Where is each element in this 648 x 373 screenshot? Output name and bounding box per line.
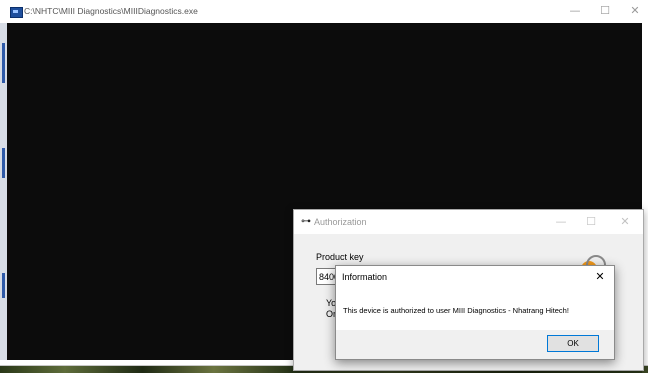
authorization-maximize-button[interactable]: ☐: [578, 214, 604, 230]
console-app-icon: [10, 7, 23, 18]
authorization-titlebar[interactable]: ⊶ Authorization — ☐ ✕: [294, 210, 643, 234]
information-close-button[interactable]: ✕: [590, 268, 610, 286]
authorization-close-button[interactable]: ✕: [612, 214, 638, 230]
authorization-title: Authorization: [314, 217, 367, 227]
information-message: This device is authorized to user MIII D…: [343, 306, 569, 315]
console-left-edge: [0, 23, 7, 360]
information-dialog: Information ✕ This device is authorized …: [335, 265, 615, 360]
key-icon: ⊶: [301, 216, 311, 227]
console-maximize-button[interactable]: ☐: [592, 3, 618, 19]
console-close-button[interactable]: ✕: [624, 3, 646, 19]
authorization-minimize-button[interactable]: —: [548, 214, 574, 230]
information-titlebar[interactable]: Information ✕: [336, 266, 614, 288]
information-title: Information: [342, 272, 387, 282]
console-title: C:\NHTC\MIII Diagnostics\MIIIDiagnostics…: [24, 6, 198, 16]
console-titlebar[interactable]: C:\NHTC\MIII Diagnostics\MIIIDiagnostics…: [0, 0, 648, 23]
product-key-label: Product key: [316, 252, 364, 262]
console-minimize-button[interactable]: —: [562, 3, 588, 19]
ok-button[interactable]: OK: [547, 335, 599, 352]
information-footer: OK: [336, 330, 614, 359]
